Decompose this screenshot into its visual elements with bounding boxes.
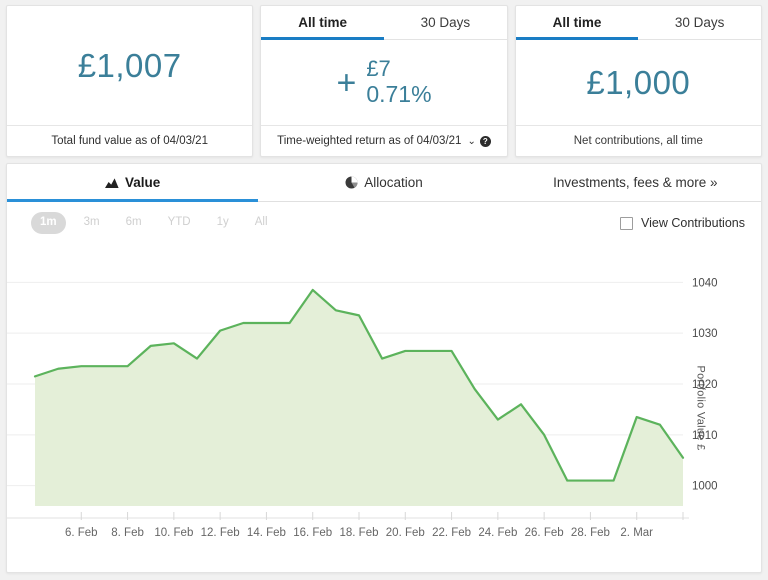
x-axis-tick: 28. Feb — [571, 527, 610, 539]
view-contributions-label: View Contributions — [641, 216, 745, 230]
card-footer-return[interactable]: Time-weighted return as of 04/03/21 ⌄ ? — [261, 125, 507, 156]
return-tab-all-time[interactable]: All time — [261, 6, 384, 40]
pie-chart-icon — [345, 176, 358, 189]
area-chart-icon — [105, 177, 119, 189]
return-card-tabs: All time 30 Days — [261, 6, 507, 40]
x-axis-tick: 2. Mar — [620, 527, 653, 539]
net-contributions-value: £1,000 — [586, 64, 691, 101]
range-6m[interactable]: 6m — [118, 213, 150, 233]
return-value-area: + £7 0.71% — [261, 40, 506, 125]
range-ytd[interactable]: YTD — [160, 213, 199, 233]
view-contributions-checkbox[interactable] — [620, 216, 633, 230]
x-axis-tick: 22. Feb — [432, 527, 471, 539]
y-axis-tick: 1000 — [692, 481, 718, 493]
tab-value-label: Value — [125, 175, 161, 190]
return-footer-label: Time-weighted return as of 04/03/21 — [277, 135, 462, 147]
x-axis-tick: 10. Feb — [154, 527, 193, 539]
card-footer-contributions: Net contributions, all time — [515, 125, 761, 156]
contributions-value-area: £1,000 — [516, 40, 761, 125]
return-amount: £7 — [366, 56, 391, 82]
tab-value[interactable]: Value — [7, 164, 259, 202]
chevron-down-icon[interactable]: ⌄ — [467, 136, 475, 147]
return-value-group: + £7 0.71% — [336, 57, 431, 107]
total-fund-value: £1,007 — [77, 47, 182, 84]
contributions-card-tabs: All time 30 Days — [515, 6, 761, 40]
range-1m[interactable]: 1m — [31, 212, 66, 234]
portfolio-value-chart[interactable]: 1000 1010 1020 1030 1040 6. Feb 8. Feb 10. Feb 1… — [7, 244, 761, 571]
x-axis-tick: 16. Feb — [293, 527, 332, 539]
summary-cards: £1,007 Total fund value as of 04/03/21 A… — [0, 0, 768, 157]
chart-panel: Value Allocation Investments, fees & mor… — [6, 163, 762, 573]
tab-allocation[interactable]: Allocation — [258, 164, 509, 201]
x-axis-tick: 8. Feb — [111, 527, 144, 539]
return-tab-30-days-label: 30 Days — [420, 15, 471, 30]
y-axis-tick: 1040 — [692, 277, 718, 289]
return-numbers: £7 0.71% — [366, 57, 431, 107]
chart-controls: 1m 3m 6m YTD 1y All View Contributions — [7, 202, 761, 244]
contributions-footer-label: Net contributions, all time — [573, 135, 703, 147]
x-axis-tick: 24. Feb — [478, 527, 517, 539]
x-axis-tick: 12. Feb — [201, 527, 240, 539]
x-axis-tick: 6. Feb — [65, 527, 98, 539]
return-sign: + — [336, 63, 357, 102]
range-all[interactable]: All — [247, 213, 276, 233]
y-axis-label: Portfolio Value £ — [694, 364, 707, 451]
return-tab-all-time-label: All time — [298, 15, 348, 30]
tab-allocation-label: Allocation — [364, 175, 423, 190]
return-tab-30-days[interactable]: 30 Days — [384, 6, 507, 40]
card-time-weighted-return: All time 30 Days + £7 0.71% Time-weighte… — [260, 5, 508, 157]
contributions-tab-all-time-label: All time — [552, 15, 602, 30]
range-1y[interactable]: 1y — [209, 213, 237, 233]
card-total-fund-value: £1,007 Total fund value as of 04/03/21 — [6, 5, 254, 157]
chart-area-fill — [35, 289, 683, 506]
total-fund-footer-label: Total fund value as of 04/03/21 — [51, 135, 208, 147]
tab-investments-label: Investments, fees & more » — [553, 175, 718, 190]
card-footer-total-fund: Total fund value as of 04/03/21 — [7, 125, 253, 156]
card-net-contributions: All time 30 Days £1,000 Net contribution… — [514, 5, 762, 157]
y-axis-tick: 1030 — [692, 328, 718, 340]
x-axis-tick: 20. Feb — [386, 527, 425, 539]
contributions-tab-all-time[interactable]: All time — [515, 6, 639, 40]
range-selector: 1m 3m 6m YTD 1y All — [31, 212, 276, 234]
portfolio-dashboard: £1,007 Total fund value as of 04/03/21 A… — [0, 0, 768, 580]
chart-svg: 100010101020103010406. Feb 8. Feb 10. Feb 1… — [7, 277, 718, 539]
x-axis-tick: 14. Feb — [247, 527, 286, 539]
main-tab-bar: Value Allocation Investments, fees & mor… — [7, 164, 761, 202]
tab-investments-fees-more[interactable]: Investments, fees & more » — [510, 164, 761, 201]
card-value-area: £1,007 — [7, 6, 252, 125]
x-axis-tick: 26. Feb — [525, 527, 564, 539]
view-contributions-toggle[interactable]: View Contributions — [620, 216, 745, 230]
return-percent: 0.71% — [366, 80, 432, 107]
range-3m[interactable]: 3m — [76, 213, 108, 233]
contributions-tab-30-days[interactable]: 30 Days — [638, 6, 761, 40]
contributions-tab-30-days-label: 30 Days — [674, 15, 725, 30]
help-icon[interactable]: ? — [479, 135, 491, 147]
x-axis-tick: 18. Feb — [340, 527, 379, 539]
